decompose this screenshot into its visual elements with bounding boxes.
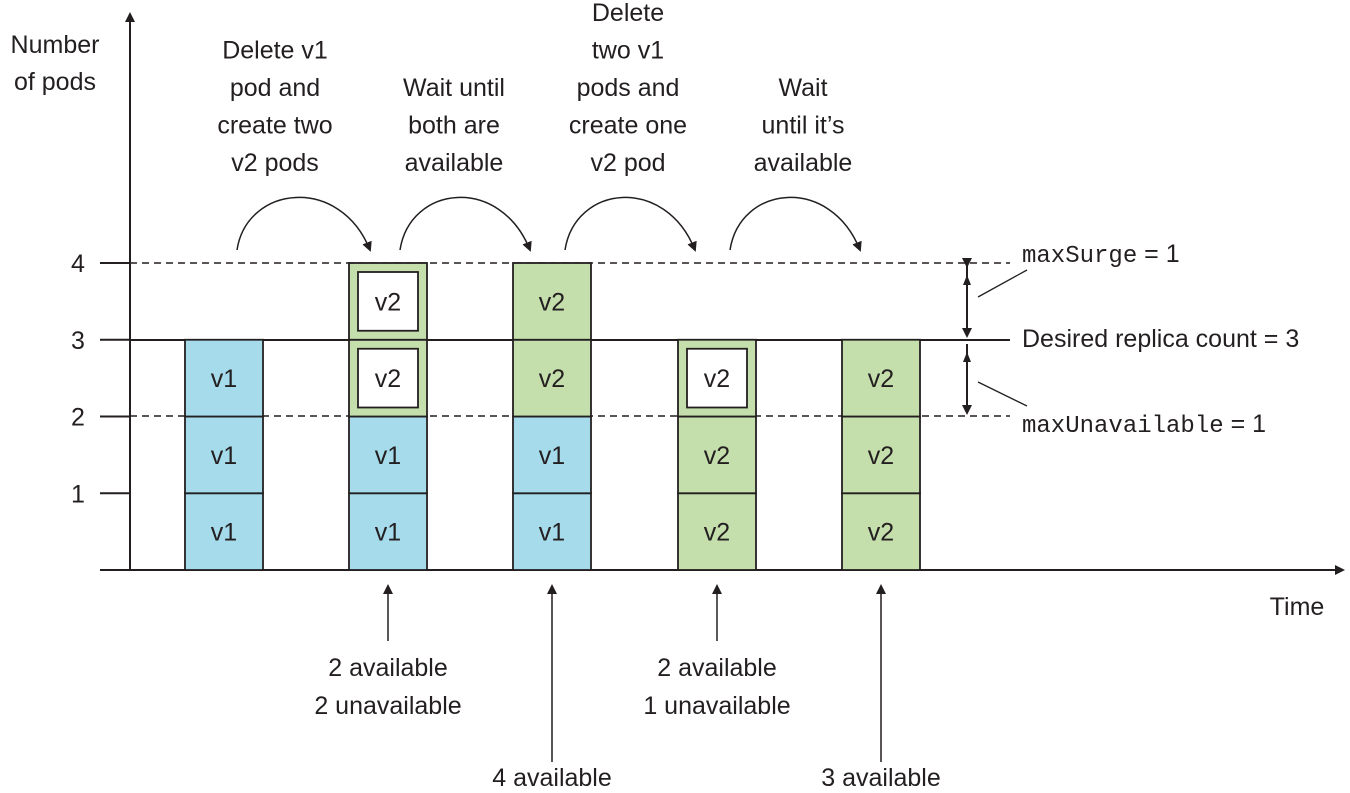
pod-label: v1 xyxy=(375,442,401,470)
pod-label: v1 xyxy=(539,519,565,547)
max-unavailable-leader xyxy=(977,381,1028,407)
status-label: 1 unavailable xyxy=(643,692,790,720)
pod-label: v2 xyxy=(375,365,401,393)
pod-label: v1 xyxy=(539,442,565,470)
pod-label: v2 xyxy=(539,288,565,316)
pod-label: v1 xyxy=(211,442,237,470)
step-text: Delete v1 xyxy=(222,37,328,65)
status-label: 2 unavailable xyxy=(314,692,461,720)
step-text: Delete xyxy=(592,0,664,27)
step-text: pod and xyxy=(230,74,320,102)
step-text: available xyxy=(405,149,504,177)
pod-label: v1 xyxy=(211,519,237,547)
pod-column: v2 v2 v2 3 available xyxy=(821,338,941,792)
y-tick-label: 2 xyxy=(71,404,85,432)
status-label: 3 available xyxy=(821,764,941,792)
pod-label: v2 xyxy=(704,442,730,470)
step-annotation: Delete two v1 pods and create one v2 pod xyxy=(564,0,697,252)
max-surge-label: maxSurge = 1 xyxy=(1022,240,1180,270)
pod-label: v2 xyxy=(375,288,401,316)
pod-column: v2 v2 v2 2 available 1 unavailable xyxy=(643,338,791,720)
y-tick-label: 4 xyxy=(71,250,85,278)
curved-arrow xyxy=(399,196,532,252)
pod-label: v2 xyxy=(868,365,894,393)
pod-label: v1 xyxy=(375,519,401,547)
y-axis-label-1: Number xyxy=(11,31,100,59)
step-annotation: Delete v1 pod and create two v2 pods xyxy=(217,37,372,252)
rolling-update-diagram: Number of pods Time 1 2 3 4 v1 v1 v1 v1 v1 v2 v2 2… xyxy=(11,0,1345,792)
pod-label: v2 xyxy=(868,442,894,470)
step-text: until it’s xyxy=(762,112,845,140)
step-text: create two xyxy=(217,112,332,140)
status-label: 2 available xyxy=(328,654,448,682)
desired-replica-label: Desired replica count = 3 xyxy=(1022,325,1299,353)
step-annotation: Wait until it’s available xyxy=(729,74,862,252)
pod-column: v1 v1 v1 xyxy=(184,338,264,571)
curved-arrow xyxy=(564,196,697,252)
pod-label: v2 xyxy=(704,365,730,393)
y-tick-label: 3 xyxy=(71,327,85,355)
step-text: available xyxy=(754,149,853,177)
pod-column: v1 v1 v2 v2 2 available 2 unavailable xyxy=(314,262,462,720)
max-unavailable-label: maxUnavailable = 1 xyxy=(1022,410,1266,440)
step-text: v2 pod xyxy=(590,149,665,177)
step-text: Wait xyxy=(778,74,827,102)
max-surge-leader xyxy=(977,269,1028,298)
pod-label: v2 xyxy=(704,519,730,547)
step-text: Wait until xyxy=(403,74,505,102)
step-text: pods and xyxy=(577,74,680,102)
pod-column: v1 v1 v2 v2 4 available xyxy=(492,262,612,792)
pod-label: v2 xyxy=(868,519,894,547)
step-text: two v1 xyxy=(592,37,664,65)
pod-label: v1 xyxy=(211,365,237,393)
status-label: 2 available xyxy=(657,654,777,682)
pod-label: v2 xyxy=(539,365,565,393)
step-text: both are xyxy=(408,112,500,140)
curved-arrow xyxy=(729,196,862,252)
x-axis-label: Time xyxy=(1270,593,1325,621)
y-tick-label: 1 xyxy=(71,480,85,508)
step-text: create one xyxy=(569,112,687,140)
step-text: v2 pods xyxy=(231,149,319,177)
step-annotation: Wait until both are available xyxy=(399,74,532,252)
y-axis-label-2: of pods xyxy=(14,68,96,96)
status-label: 4 available xyxy=(492,764,612,792)
curved-arrow xyxy=(236,196,372,252)
